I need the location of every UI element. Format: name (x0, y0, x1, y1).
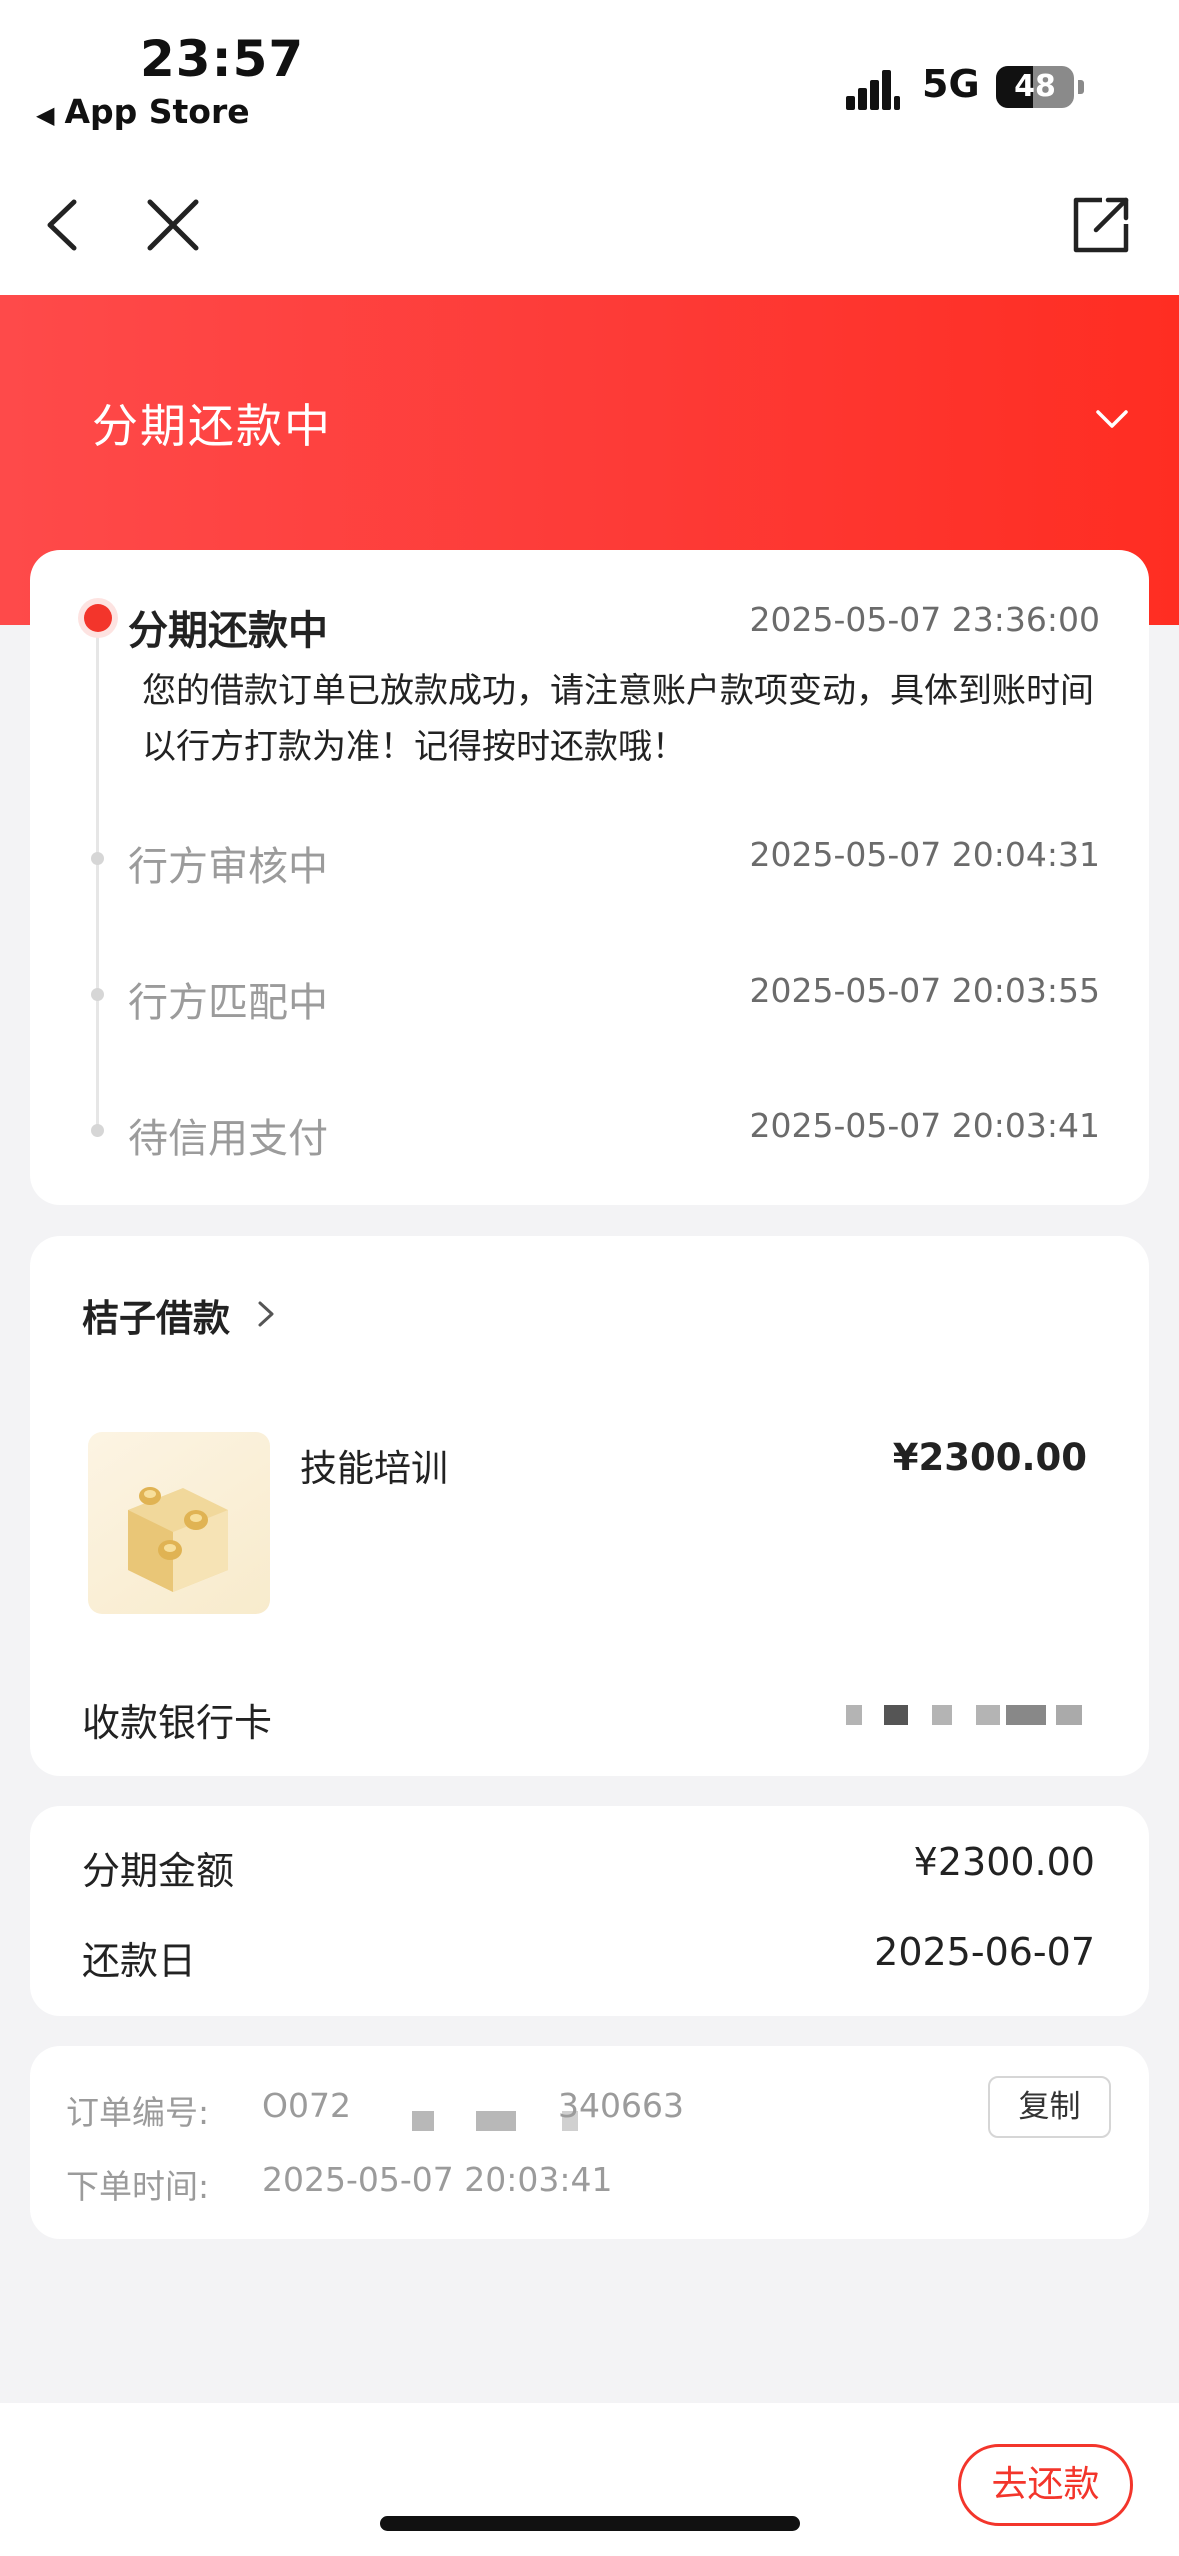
timeline-step-title: 行方匹配中 (128, 980, 328, 1026)
back-arrow-icon (47, 199, 77, 251)
close-icon (147, 199, 199, 251)
battery-icon: 48 (996, 66, 1084, 108)
product-image (88, 1432, 270, 1614)
status-header-title: 分期还款中 (92, 399, 332, 453)
installment-card (30, 1806, 1149, 2016)
timeline-step-time: 2025-05-07 20:03:41 (749, 1106, 1100, 1145)
product-name: 技能培训 (300, 1447, 448, 1490)
nav-bar (0, 150, 1179, 295)
status-time: 23:57 (140, 30, 305, 88)
bank-card-label: 收款银行卡 (82, 1701, 273, 1745)
timeline-step-time: 2025-05-07 23:36:00 (749, 600, 1100, 639)
battery-level: 48 (1014, 69, 1056, 104)
due-date-label: 还款日 (82, 1939, 197, 1983)
product-price: ¥2300.00 (892, 1436, 1087, 1479)
coin-box-icon (128, 1487, 228, 1592)
installment-amount-label: 分期金额 (82, 1849, 235, 1893)
timeline-dot-active (84, 604, 112, 632)
order-number-label: 订单编号: (66, 2093, 210, 2132)
signal-icon (846, 70, 902, 110)
timeline-step-time: 2025-05-07 20:04:31 (749, 835, 1100, 874)
back-triangle-icon: ◀ (36, 101, 55, 129)
timeline-step-time: 2025-05-07 20:03:55 (749, 971, 1100, 1010)
chevron-down-icon (1096, 410, 1128, 428)
repay-button[interactable]: 去还款 (958, 2444, 1133, 2526)
timeline-step-title: 行方审核中 (128, 844, 328, 890)
timeline-step-title: 待信用支付 (128, 1116, 328, 1162)
back-app-label: App Store (64, 92, 250, 131)
loan-provider-link[interactable]: 桔子借款 (82, 1288, 230, 1342)
timeline-dot (91, 1124, 104, 1137)
timeline-dot (91, 988, 104, 1001)
back-to-app-link[interactable]: ◀ App Store (36, 92, 250, 131)
timeline-line (96, 620, 99, 1130)
timeline-step-title: 分期还款中 (128, 608, 328, 654)
back-button[interactable] (30, 190, 100, 260)
timeline-dot (91, 852, 104, 865)
copy-order-button[interactable]: 复制 (988, 2076, 1111, 2138)
order-time-value: 2025-05-07 20:03:41 (262, 2160, 613, 2199)
chevron-right-icon[interactable] (254, 1297, 278, 1331)
masked-bank-card-number (846, 1693, 1088, 1733)
order-time-label: 下单时间: (66, 2167, 210, 2206)
home-indicator (380, 2516, 800, 2531)
order-number-suffix: 340663 (558, 2086, 684, 2125)
installment-amount-value: ¥2300.00 (913, 1840, 1095, 1884)
share-button[interactable] (1066, 190, 1136, 260)
close-button[interactable] (138, 190, 208, 260)
order-number-prefix: O072 (262, 2086, 351, 2125)
share-icon (1073, 197, 1129, 253)
order-info-card (30, 2046, 1149, 2239)
expand-status-button[interactable] (1092, 400, 1132, 440)
due-date-value: 2025-06-07 (874, 1930, 1095, 1974)
network-type: 5G (922, 62, 980, 106)
timeline-step-description: 您的借款订单已放款成功，请注意账户款项变动，具体到账时间以行方打款为准！记得按时… (142, 671, 1094, 767)
